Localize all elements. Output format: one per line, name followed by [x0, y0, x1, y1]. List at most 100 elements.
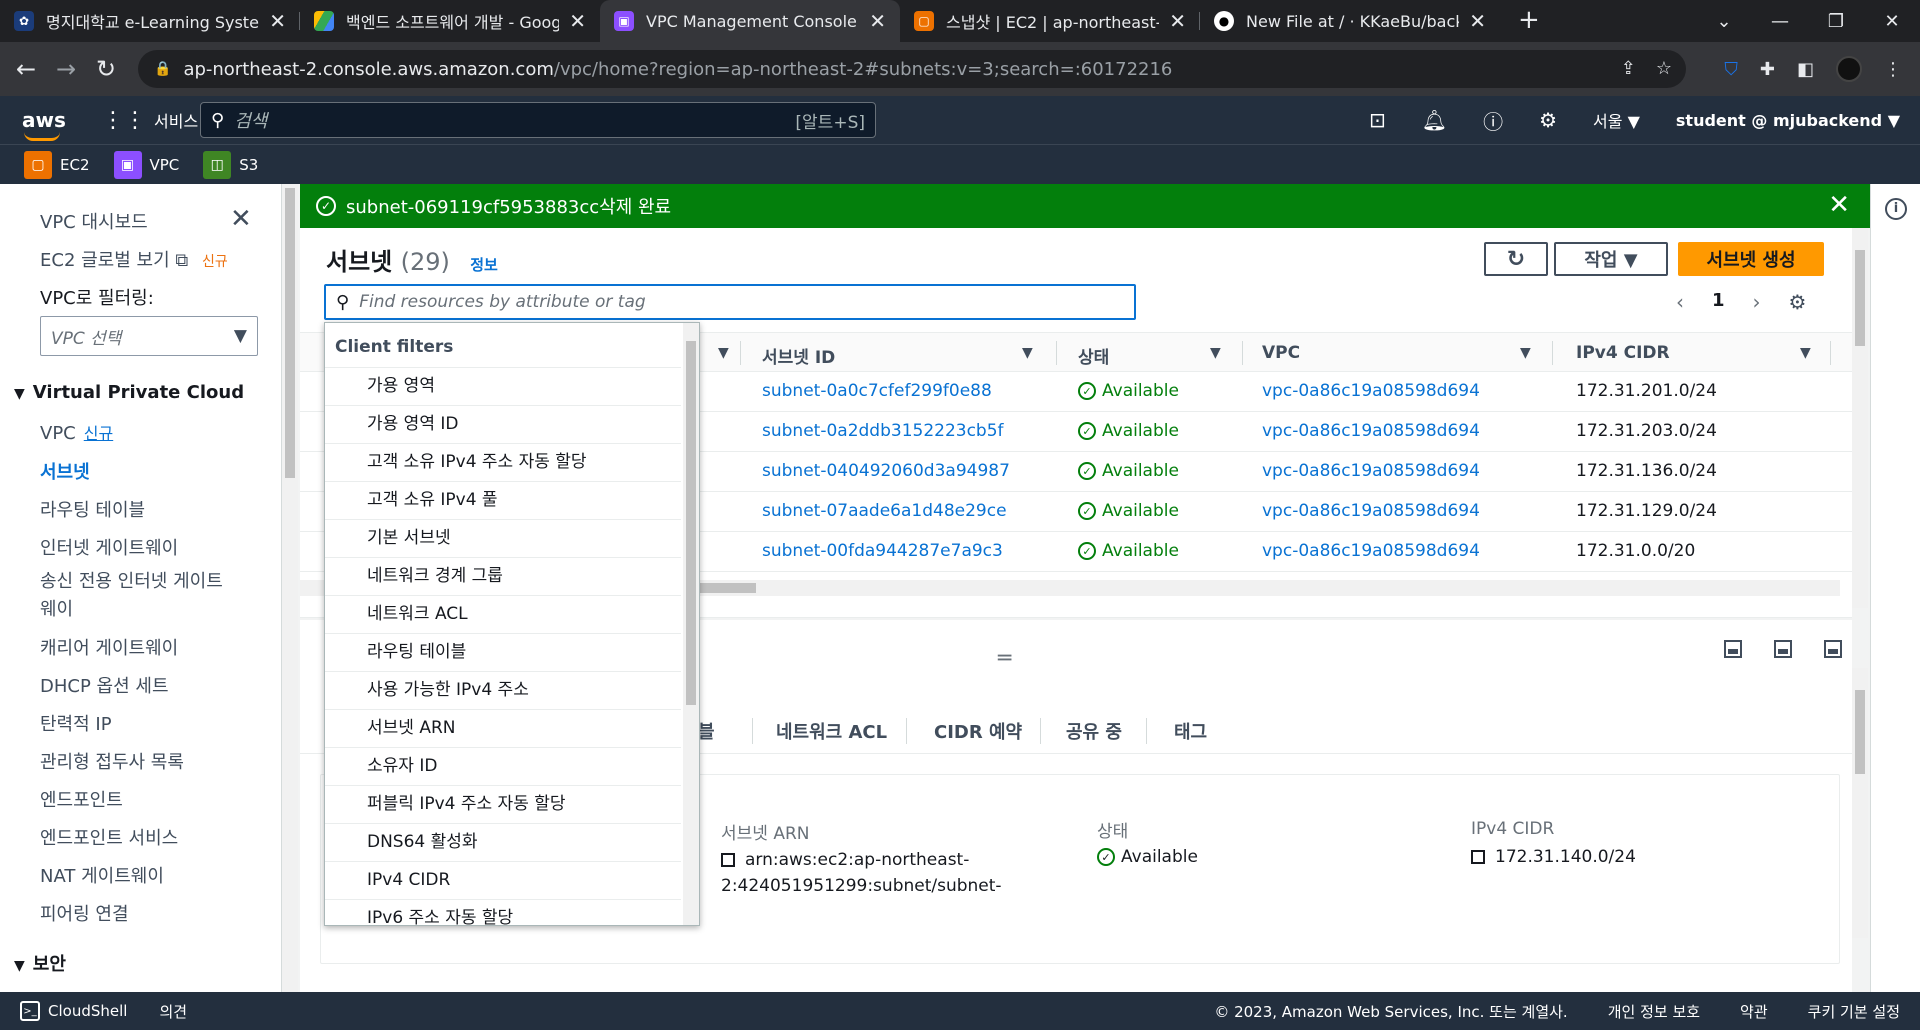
back-icon[interactable]: ←	[6, 55, 46, 83]
vpc-id-link[interactable]: vpc-0a86c19a08598d694	[1262, 501, 1480, 521]
filter-option[interactable]: 서브넷 ARN	[325, 709, 681, 747]
nav-vpc-dashboard[interactable]: VPC 대시보드	[40, 208, 148, 234]
settings-gear-icon[interactable]: ⚙	[1539, 108, 1557, 132]
filter-option[interactable]: 고객 소유 IPv4 풀	[325, 481, 681, 519]
resize-handle-icon[interactable]: ═	[998, 646, 1011, 671]
create-subnet-button[interactable]: 서브넷 생성	[1678, 242, 1824, 276]
filter-option[interactable]: 고객 소유 IPv4 주소 자동 할당	[325, 443, 681, 481]
extensions-icon[interactable]: ✚	[1760, 59, 1775, 80]
side-nav-scrollbar[interactable]	[282, 184, 298, 992]
info-icon[interactable]: i	[1885, 198, 1907, 220]
aws-search-input[interactable]: ⚲ 검색 [알트+S]	[200, 102, 876, 138]
tab-network-acl[interactable]: 네트워크 ACL	[776, 718, 887, 744]
close-nav-icon[interactable]: ✕	[230, 204, 252, 234]
sort-caret-icon[interactable]: ▼	[1022, 345, 1033, 361]
tab-search-icon[interactable]: ⌄	[1696, 11, 1752, 32]
nav-item-route-tables[interactable]: 라우팅 테이블	[40, 496, 145, 522]
notifications-bell-icon[interactable]: 🔔︎	[1422, 108, 1447, 132]
next-page-icon[interactable]: ›	[1753, 290, 1761, 314]
split-vertical-scrollbar[interactable]	[1852, 668, 1868, 938]
nav-item-prefix-lists[interactable]: 관리형 접두사 목록	[40, 748, 184, 774]
close-tab-icon[interactable]: ✕	[869, 9, 886, 33]
subnet-id-link[interactable]: subnet-00fda944287e7a9c3	[762, 541, 1003, 561]
preferences-gear-icon[interactable]: ⚙	[1789, 290, 1807, 314]
filter-option[interactable]: 가용 영역 ID	[325, 405, 681, 443]
account-menu[interactable]: student @ mjubackend ▼	[1676, 111, 1900, 130]
subnet-id-link[interactable]: subnet-040492060d3a94987	[762, 461, 1010, 481]
close-tab-icon[interactable]: ✕	[1469, 9, 1486, 33]
column-header-subnet-id[interactable]: 서브넷 ID	[762, 343, 835, 368]
services-menu[interactable]: ⋮⋮ 서비스	[102, 108, 198, 133]
menu-kebab-icon[interactable]: ⋮	[1884, 59, 1902, 80]
nav-item-endpoints[interactable]: 엔드포인트	[40, 786, 123, 812]
restore-icon[interactable]: ❐	[1808, 11, 1864, 32]
filter-option[interactable]: 퍼블릭 IPv4 주소 자동 할당	[325, 785, 681, 823]
close-tab-icon[interactable]: ✕	[269, 9, 286, 33]
forward-icon[interactable]: →	[46, 55, 86, 83]
nav-ec2-global-view[interactable]: EC2 글로벌 보기 ⧉ 신규	[40, 246, 228, 272]
tab-cidr-reservations[interactable]: CIDR 예약	[934, 718, 1022, 744]
favorite-s3[interactable]: ◫ S3	[203, 150, 258, 179]
profile-avatar[interactable]	[1836, 56, 1862, 82]
region-selector[interactable]: 서울 ▼	[1593, 108, 1640, 132]
dismiss-icon[interactable]: ✕	[1828, 190, 1850, 220]
sort-caret-icon[interactable]: ▼	[718, 345, 729, 361]
share-icon[interactable]: ⇪	[1621, 58, 1636, 79]
new-tab-icon[interactable]: +	[1518, 0, 1540, 42]
filter-option[interactable]: 네트워크 경계 그룹	[325, 557, 681, 595]
sort-caret-icon[interactable]: ▼	[1520, 345, 1531, 361]
prev-page-icon[interactable]: ‹	[1676, 290, 1684, 314]
favorite-vpc[interactable]: ▣ VPC	[113, 150, 179, 179]
feedback-link[interactable]: 의견	[159, 1001, 187, 1022]
nav-item-elastic-ip[interactable]: 탄력적 IP	[40, 710, 112, 736]
split-bottom-icon[interactable]	[1724, 640, 1742, 658]
bookmark-star-icon[interactable]: ☆	[1656, 58, 1672, 79]
address-bar[interactable]: 🔒 ap-northeast-2.console.aws.amazon.com /…	[138, 50, 1686, 88]
copy-icon[interactable]	[1471, 850, 1485, 864]
filter-option[interactable]: 사용 가능한 IPv4 주소	[325, 671, 681, 709]
copy-icon[interactable]	[721, 853, 735, 867]
vpc-filter-select[interactable]: VPC 선택 ▼	[40, 316, 258, 356]
cloudshell-button[interactable]: >_ CloudShell	[20, 1001, 127, 1021]
sort-caret-icon[interactable]: ▼	[1210, 345, 1221, 361]
nav-item-endpoint-services[interactable]: 엔드포인트 서비스	[40, 824, 178, 850]
side-panel-icon[interactable]: ◧	[1797, 59, 1814, 80]
info-link[interactable]: 정보	[470, 256, 498, 274]
main-vertical-scrollbar[interactable]	[1852, 228, 1868, 608]
actions-button[interactable]: 작업 ▼	[1554, 242, 1668, 276]
filter-option[interactable]: DNS64 활성화	[325, 823, 681, 861]
privacy-link[interactable]: 개인 정보 보호	[1608, 1001, 1700, 1022]
nav-section-security[interactable]: ▼ 보안	[14, 950, 66, 976]
filter-option[interactable]: 소유자 ID	[325, 747, 681, 785]
close-tab-icon[interactable]: ✕	[569, 9, 586, 33]
nav-item-subnets[interactable]: 서브넷	[40, 458, 90, 484]
nav-item-peering[interactable]: 피어링 연결	[40, 900, 129, 926]
nav-section-vpc[interactable]: ▼ Virtual Private Cloud	[14, 382, 244, 403]
tab-tags[interactable]: 태그	[1174, 718, 1207, 744]
browser-tab[interactable]: ● New File at / · KKaeBu/backend ✕	[1200, 0, 1500, 42]
vpc-id-link[interactable]: vpc-0a86c19a08598d694	[1262, 541, 1480, 561]
subnet-id-link[interactable]: subnet-0a0c7cfef299f0e88	[762, 381, 992, 401]
nav-item-carrier-gateways[interactable]: 캐리어 게이트웨이	[40, 634, 178, 660]
close-tab-icon[interactable]: ✕	[1169, 9, 1186, 33]
nav-item-vpc[interactable]: VPC 신규	[40, 420, 113, 444]
filter-option[interactable]: 가용 영역	[325, 367, 681, 405]
browser-tab[interactable]: ✿ 명지대학교 e-Learning System ✕	[0, 0, 300, 42]
split-full-icon[interactable]	[1824, 640, 1842, 658]
terms-link[interactable]: 약관	[1740, 1001, 1768, 1022]
column-header-state[interactable]: 상태	[1078, 343, 1109, 368]
nav-item-dhcp-options[interactable]: DHCP 옵션 세트	[40, 672, 169, 698]
sort-caret-icon[interactable]: ▼	[1800, 345, 1811, 361]
vpc-id-link[interactable]: vpc-0a86c19a08598d694	[1262, 421, 1480, 441]
close-window-icon[interactable]: ✕	[1864, 11, 1920, 32]
browser-tab[interactable]: 백엔드 소프트웨어 개발 - Goog ✕	[300, 0, 600, 42]
aws-logo[interactable]: aws	[22, 108, 82, 141]
nav-item-nat-gateways[interactable]: NAT 게이트웨이	[40, 862, 164, 888]
password-manager-icon[interactable]: ⛉	[1724, 59, 1738, 80]
column-header-ipv4-cidr[interactable]: IPv4 CIDR	[1576, 343, 1670, 363]
cookie-preferences-link[interactable]: 쿠키 기본 설정	[1808, 1001, 1900, 1022]
browser-tab-active[interactable]: ▣ VPC Management Console ✕	[600, 0, 900, 42]
tab-sharing[interactable]: 공유 중	[1066, 718, 1122, 744]
vpc-id-link[interactable]: vpc-0a86c19a08598d694	[1262, 381, 1480, 401]
filter-search-input[interactable]: ⚲ Find resources by attribute or tag	[324, 284, 1136, 320]
